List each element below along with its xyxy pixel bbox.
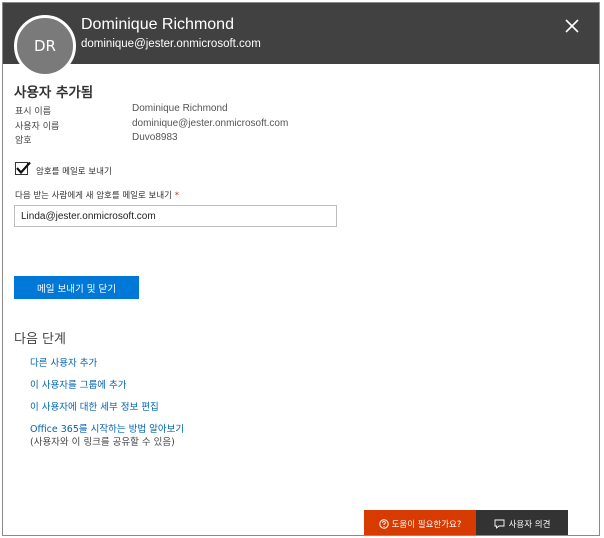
link-add-another-user[interactable]: 다른 사용자 추가 — [30, 355, 97, 369]
link-share-note: (사용자와 이 링크를 공유할 수 있음) — [30, 437, 175, 448]
label-user-name: 사용자 이름 — [15, 122, 60, 132]
feedback-button[interactable]: 사용자 의견 — [476, 510, 568, 535]
recipient-field-label-text: 다음 받는 사람에게 새 암호를 메일로 보내기 — [15, 191, 172, 201]
user-added-panel: Dominique Richmond dominique@jester.onmi… — [2, 2, 600, 536]
email-password-checkbox-label: 암호를 메일로 보내기 — [36, 167, 112, 177]
recipient-email-input[interactable] — [14, 205, 337, 227]
header-user-name: Dominique Richmond — [81, 16, 234, 33]
value-password: Duvo8983 — [132, 132, 178, 143]
recipient-field-label: 다음 받는 사람에게 새 암호를 메일로 보내기 * — [15, 189, 179, 201]
required-mark: * — [174, 191, 179, 201]
value-user-name: dominique@jester.onmicrosoft.com — [132, 118, 289, 129]
close-button[interactable] — [563, 17, 581, 35]
link-edit-user-details[interactable]: 이 사용자에 대한 세부 정보 편집 — [30, 399, 159, 413]
avatar-initials: DR — [34, 37, 56, 55]
next-steps-title: 다음 단계 — [14, 332, 66, 347]
help-icon — [378, 518, 389, 529]
help-button[interactable]: 도움이 필요한가요? — [364, 510, 476, 535]
checkmark-icon — [16, 161, 31, 175]
help-button-label: 도움이 필요한가요? — [391, 519, 462, 530]
panel-header: Dominique Richmond dominique@jester.onmi… — [3, 3, 599, 64]
feedback-button-label: 사용자 의견 — [508, 519, 551, 530]
label-password: 암호 — [15, 136, 32, 146]
link-get-started-office365[interactable]: Office 365를 시작하는 방법 알아보기 — [30, 421, 184, 435]
close-icon — [565, 19, 579, 33]
send-email-and-close-button[interactable]: 메일 보내기 및 닫기 — [14, 276, 139, 299]
header-user-email: dominique@jester.onmicrosoft.com — [81, 38, 261, 50]
value-display-name: Dominique Richmond — [132, 103, 228, 114]
section-title-user-added: 사용자 추가됨 — [14, 85, 94, 101]
email-password-checkbox[interactable] — [15, 161, 31, 175]
label-display-name: 표시 이름 — [15, 107, 51, 117]
avatar: DR — [14, 15, 76, 77]
link-add-user-to-group[interactable]: 이 사용자를 그룹에 추가 — [30, 377, 126, 391]
chat-bubble-icon — [494, 519, 505, 529]
